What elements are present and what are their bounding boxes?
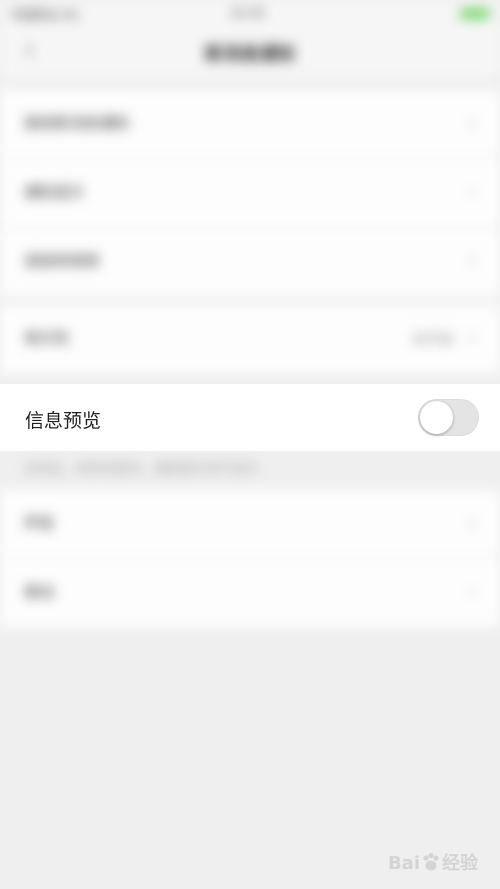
- group-footnote: 关闭后，收到消息时，通知提示将不显示: [24, 462, 259, 477]
- row-value: 未开启: [412, 332, 454, 348]
- settings-row[interactable]: 声音 ›: [0, 490, 500, 559]
- settings-group-2: 免打扰 未开启 ›: [0, 305, 500, 373]
- baidu-watermark: Bai 经验: [388, 849, 478, 875]
- settings-group-3: 声音 › 振动 ›: [0, 490, 500, 627]
- chevron-right-icon: ›: [468, 110, 476, 134]
- page-title: 新消息通知: [205, 44, 295, 65]
- status-bar: 中国移动 4G 10:30: [0, 0, 500, 28]
- paw-icon: [423, 852, 439, 871]
- status-carrier: 中国移动 4G: [10, 8, 79, 22]
- nav-bar: ‹ 新消息通知: [0, 28, 500, 78]
- watermark-text: Bai: [387, 853, 420, 874]
- settings-group-1: 接收新消息通知 › 通知显示 › 语音和视频 ›: [0, 90, 500, 296]
- settings-row[interactable]: 接收新消息通知 ›: [0, 90, 500, 159]
- settings-row[interactable]: 免打扰 未开启 ›: [0, 305, 500, 373]
- status-time: 10:30: [230, 6, 265, 20]
- message-preview-toggle[interactable]: [418, 399, 479, 436]
- settings-row[interactable]: 通知显示 ›: [0, 159, 500, 228]
- watermark-text-2: 经验: [442, 853, 478, 874]
- chevron-right-icon: ›: [468, 579, 476, 603]
- message-preview-row[interactable]: 信息预览: [0, 384, 500, 451]
- row-label: 振动: [24, 583, 55, 601]
- row-label: 声音: [24, 514, 55, 532]
- chevron-right-icon: ›: [468, 179, 476, 203]
- row-label: 语音和视频: [24, 252, 100, 270]
- message-preview-label: 信息预览: [25, 410, 102, 432]
- settings-row[interactable]: 振动 ›: [0, 559, 500, 627]
- battery-icon: [460, 8, 490, 19]
- toggle-knob: [420, 401, 453, 434]
- chevron-right-icon: ›: [468, 510, 476, 534]
- chevron-right-icon: ›: [468, 325, 476, 349]
- row-label: 免打扰: [24, 329, 70, 347]
- settings-row[interactable]: 语音和视频 ›: [0, 228, 500, 296]
- chevron-right-icon: ›: [468, 248, 476, 272]
- row-label: 通知显示: [24, 183, 85, 201]
- row-label: 接收新消息通知: [24, 114, 130, 132]
